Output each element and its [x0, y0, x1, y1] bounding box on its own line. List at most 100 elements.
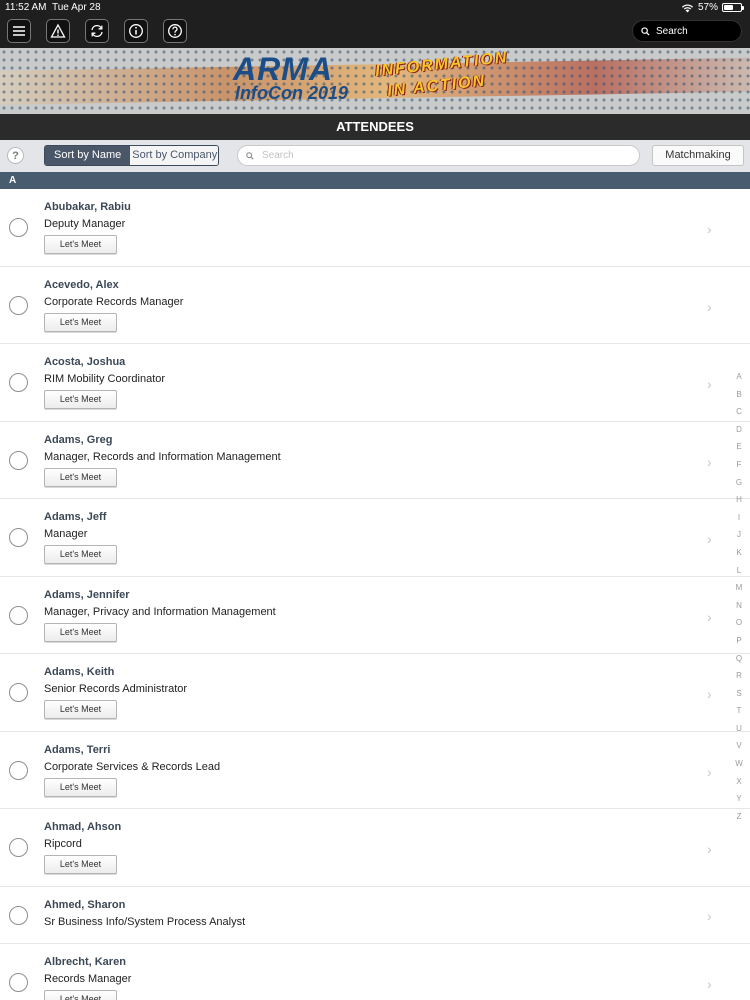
- index-letter[interactable]: K: [733, 544, 745, 562]
- index-letter[interactable]: W: [733, 755, 745, 773]
- select-radio[interactable]: [9, 683, 28, 702]
- attendee-row[interactable]: Adams, Terri Corporate Services & Records…: [0, 731, 750, 809]
- index-letter[interactable]: O: [733, 614, 745, 632]
- search-icon: [641, 26, 650, 36]
- alert-button[interactable]: [46, 19, 70, 43]
- wifi-icon: [681, 4, 693, 12]
- lets-meet-button[interactable]: Let's Meet: [44, 390, 117, 409]
- index-letter[interactable]: Q: [733, 650, 745, 668]
- index-letter[interactable]: X: [733, 773, 745, 791]
- index-letter[interactable]: J: [733, 526, 745, 544]
- chevron-right-icon: ›: [707, 907, 712, 924]
- index-letter[interactable]: M: [733, 579, 745, 597]
- chevron-right-icon: ›: [707, 686, 712, 702]
- attendee-row[interactable]: Ahmad, Ahson Ripcord Let's Meet ›: [0, 809, 750, 887]
- select-radio[interactable]: [9, 905, 28, 925]
- attendee-row[interactable]: Adams, Jeff Manager Let's Meet ›: [0, 499, 750, 577]
- global-search-field[interactable]: Search: [632, 20, 742, 42]
- attendee-row[interactable]: Acosta, Joshua RIM Mobility Coordinator Le…: [0, 344, 750, 422]
- index-letter[interactable]: D: [733, 421, 745, 439]
- top-bar: 11:52 AM Tue Apr 28 57% Search: [0, 0, 750, 48]
- index-letter[interactable]: N: [733, 597, 745, 615]
- index-letter[interactable]: P: [733, 632, 745, 650]
- chevron-right-icon: ›: [707, 376, 712, 392]
- help-tip-button[interactable]: ?: [7, 147, 24, 164]
- lets-meet-button[interactable]: Let's Meet: [44, 312, 117, 332]
- select-radio[interactable]: [9, 218, 28, 237]
- attendee-row[interactable]: Adams, Jennifer Manager, Privacy and Info…: [0, 576, 750, 654]
- attendee-row[interactable]: Ahmed, Sharon Sr Business Info/System Pro…: [0, 886, 750, 944]
- refresh-button[interactable]: [85, 19, 109, 43]
- lets-meet-button[interactable]: Let's Meet: [44, 235, 117, 254]
- attendee-name: Albrecht, Karen: [44, 955, 126, 968]
- index-letter[interactable]: H: [733, 491, 745, 509]
- lets-meet-button[interactable]: Let's Meet: [44, 545, 117, 564]
- lets-meet-button[interactable]: Let's Meet: [44, 467, 117, 487]
- attendee-name: Ahmad, Ahson: [44, 821, 122, 833]
- index-letter[interactable]: C: [733, 403, 745, 421]
- attendee-row[interactable]: Albrecht, Karen Records Manager Let's Meet…: [0, 943, 750, 1000]
- attendee-row[interactable]: Adams, Keith Senior Records Administrator…: [0, 654, 750, 732]
- menu-icon: [13, 26, 25, 36]
- select-radio[interactable]: [9, 760, 28, 780]
- index-letter[interactable]: Z: [733, 808, 745, 826]
- brand-line2: InfoCon 2019: [235, 83, 349, 103]
- attendee-row[interactable]: Acevedo, Alex Corporate Records Manager Le…: [0, 266, 750, 344]
- sort-by-company-tab[interactable]: Sort by Company: [130, 146, 219, 165]
- index-letter[interactable]: T: [733, 702, 745, 720]
- refresh-icon: [91, 24, 103, 38]
- matchmaking-button[interactable]: Matchmaking: [652, 145, 744, 166]
- select-radio[interactable]: [9, 528, 28, 547]
- attendee-name: Ahmed, Sharon: [44, 898, 126, 911]
- status-time: 11:52 AM: [5, 2, 47, 13]
- attendee-search-field[interactable]: [237, 145, 640, 166]
- menu-button[interactable]: [7, 19, 31, 43]
- select-radio[interactable]: [9, 605, 28, 625]
- alphabet-index[interactable]: ABCDEFGHIJKLMNOPQRSTUVWXYZ: [733, 368, 745, 825]
- attendee-row[interactable]: Adams, Greg Manager, Records and Informat…: [0, 421, 750, 499]
- index-letter[interactable]: F: [733, 456, 745, 474]
- help-button[interactable]: [163, 19, 187, 43]
- attendee-title: Deputy Manager: [44, 218, 126, 230]
- sort-segmented-control: Sort by Name Sort by Company: [44, 145, 220, 166]
- lets-meet-button[interactable]: Let's Meet: [44, 989, 117, 1000]
- chevron-right-icon: ›: [707, 221, 712, 237]
- index-letter[interactable]: B: [733, 386, 745, 404]
- lets-meet-button[interactable]: Let's Meet: [44, 700, 117, 719]
- select-radio[interactable]: [9, 295, 28, 315]
- index-letter[interactable]: I: [733, 509, 745, 527]
- lets-meet-button[interactable]: Let's Meet: [44, 622, 117, 642]
- index-letter[interactable]: S: [733, 685, 745, 703]
- index-letter[interactable]: U: [733, 720, 745, 738]
- index-letter[interactable]: E: [733, 438, 745, 456]
- index-letter[interactable]: A: [733, 368, 745, 386]
- index-letter[interactable]: R: [733, 667, 745, 685]
- chevron-right-icon: ›: [707, 298, 712, 315]
- attendees-app: 11:52 AM Tue Apr 28 57% Search ARMA Info…: [0, 0, 750, 1000]
- attendee-row[interactable]: Abubakar, Rabiu Deputy Manager Let's Meet ›: [0, 189, 750, 267]
- attendee-title: Senior Records Administrator: [44, 683, 188, 695]
- attendee-name: Adams, Jeff: [44, 511, 107, 523]
- attendee-search-input[interactable]: [262, 150, 622, 161]
- attendee-title: Corporate Services & Records Lead: [44, 760, 221, 773]
- event-banner: ARMA InfoCon 2019 INFORMATION IN ACTION: [0, 48, 750, 114]
- attendee-title: Ripcord: [44, 838, 82, 850]
- lets-meet-button[interactable]: Let's Meet: [44, 855, 117, 874]
- lets-meet-button[interactable]: Let's Meet: [44, 777, 117, 797]
- info-icon: [129, 24, 143, 38]
- index-letter[interactable]: L: [733, 562, 745, 580]
- attendee-list: Abubakar, Rabiu Deputy Manager Let's Meet ›…: [0, 189, 750, 1000]
- chevron-right-icon: ›: [707, 763, 712, 780]
- select-radio[interactable]: [9, 838, 28, 857]
- index-letter[interactable]: V: [733, 737, 745, 755]
- select-radio[interactable]: [9, 373, 28, 392]
- index-letter[interactable]: G: [733, 474, 745, 492]
- select-radio[interactable]: [9, 972, 28, 992]
- select-radio[interactable]: [9, 450, 28, 470]
- info-button[interactable]: [124, 19, 148, 43]
- chevron-right-icon: ›: [707, 608, 712, 625]
- sort-by-name-tab[interactable]: Sort by Name: [45, 146, 131, 165]
- chevron-right-icon: ›: [707, 531, 712, 547]
- attendee-title: Manager, Records and Information Managem…: [44, 450, 281, 463]
- index-letter[interactable]: Y: [733, 790, 745, 808]
